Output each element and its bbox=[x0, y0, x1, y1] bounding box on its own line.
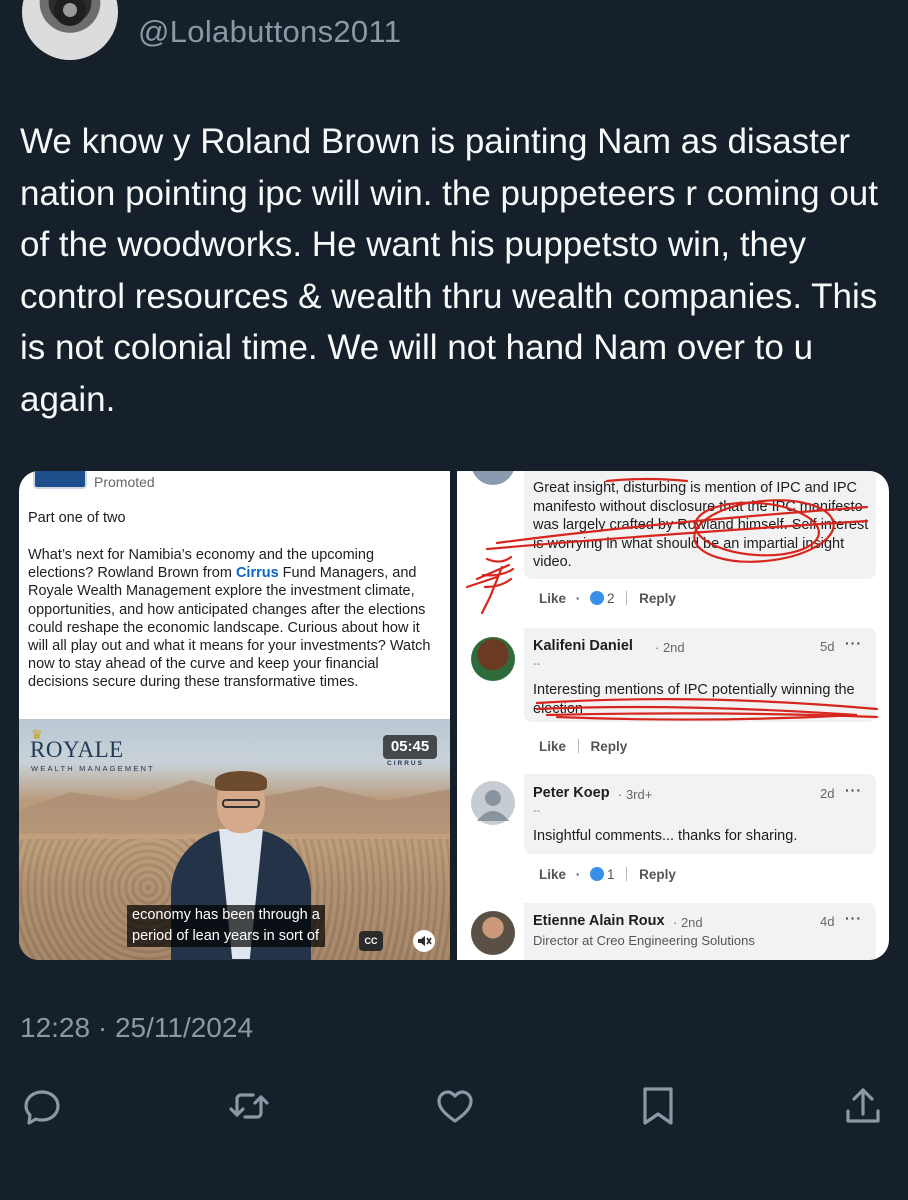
video-subtitle: economy has been through a period of lea… bbox=[127, 905, 325, 947]
post-body-end: Fund Managers, and Royale Wealth Managem… bbox=[28, 565, 431, 691]
video-brand-sub: WEALTH MANAGEMENT bbox=[31, 764, 155, 773]
tweet-media: Promoted Part one of two What’s next for… bbox=[19, 471, 889, 960]
video-player: ♛ ROYALE WEALTH MANAGEMENT 05:45 CIRRUS … bbox=[19, 719, 450, 960]
retweet-icon[interactable] bbox=[228, 1085, 270, 1127]
red-annotation-scribbles bbox=[465, 477, 879, 721]
post-body: What’s next for Namibia’s economy and th… bbox=[28, 546, 443, 692]
post-part-label: Part one of two bbox=[28, 510, 126, 526]
user-handle[interactable]: @Lolabuttons2011 bbox=[138, 14, 401, 50]
like-icon[interactable] bbox=[434, 1085, 476, 1127]
video-partner: CIRRUS bbox=[387, 760, 424, 767]
bookmark-icon[interactable] bbox=[637, 1085, 679, 1127]
profile-avatar[interactable] bbox=[22, 0, 118, 60]
media-image-linkedin-post[interactable]: Promoted Part one of two What’s next for… bbox=[19, 471, 450, 960]
video-duration: 05:45 bbox=[383, 735, 437, 759]
subtitle-line-1: economy has been through a bbox=[132, 907, 320, 923]
media-image-linkedin-comments[interactable]: Great insight, disturbing is mention of … bbox=[457, 471, 889, 960]
subtitle-line-2: period of lean years in sort of bbox=[132, 928, 319, 944]
tweet-timestamp: 12:28 · 25/11/2024 bbox=[20, 1012, 254, 1043]
mute-icon bbox=[412, 930, 436, 952]
promoted-label: Promoted bbox=[94, 474, 155, 490]
video-brand: ROYALE bbox=[30, 737, 124, 762]
cirrus-link: Cirrus bbox=[235, 565, 279, 582]
presenter-glasses bbox=[222, 799, 260, 808]
tweet-text: We know y Roland Brown is painting Nam a… bbox=[20, 122, 878, 419]
company-logo bbox=[33, 471, 87, 489]
reply-icon[interactable] bbox=[21, 1085, 63, 1127]
closed-captions-icon: CC bbox=[359, 931, 383, 951]
share-icon[interactable] bbox=[842, 1085, 884, 1127]
presenter-hair bbox=[215, 771, 267, 791]
